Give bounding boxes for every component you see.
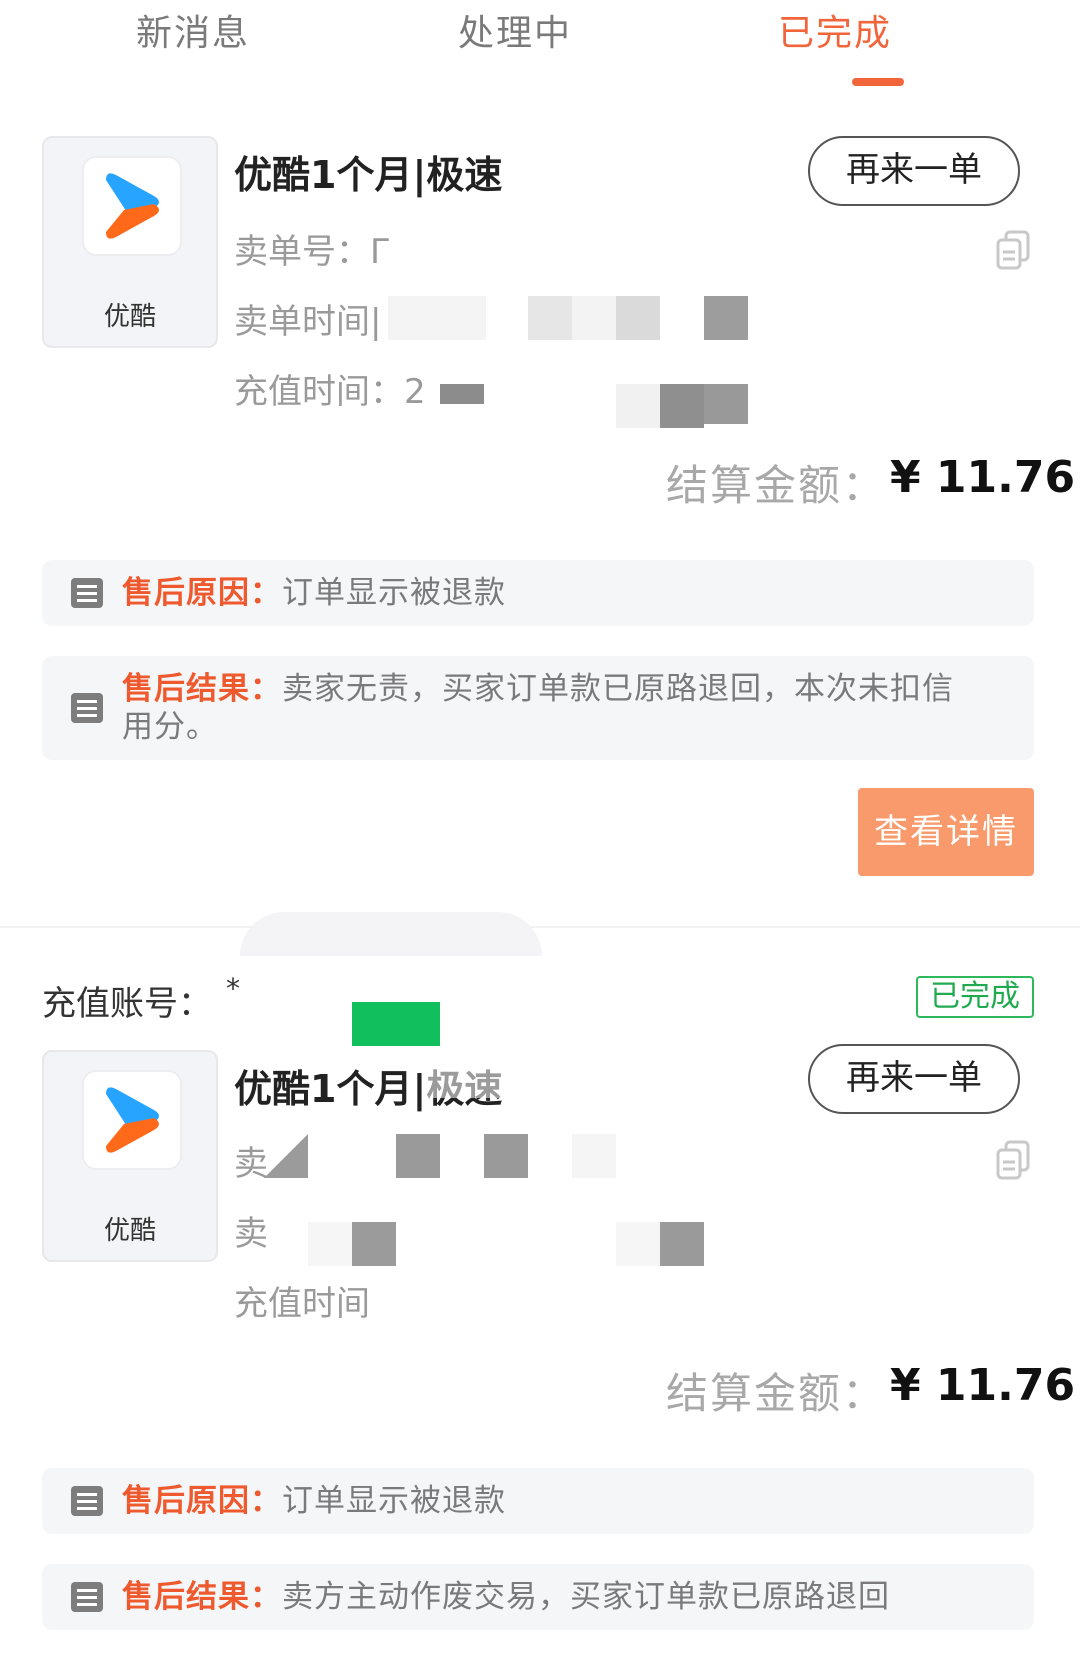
youku-logo (82, 156, 182, 256)
status-badge: 已完成 (916, 976, 1034, 1018)
document-icon (71, 578, 103, 608)
recharge-account-label: 充值账号： (42, 984, 212, 1024)
after-sale-result: 售后结果：卖家无责，买家订单款已原路退回，本次未扣信用分。 (42, 656, 1034, 760)
document-icon (71, 1486, 103, 1516)
active-tab-indicator (852, 78, 904, 86)
settlement-amount-label: 结算金额： (666, 1369, 887, 1418)
product-thumbnail[interactable]: 优酷 (42, 1050, 218, 1262)
product-title: 优酷1个月|极速 (234, 153, 503, 197)
after-sale-result-key: 售后结果： (122, 671, 282, 707)
tab-processing[interactable]: 处理中 (458, 4, 572, 56)
after-sale-result-key: 售后结果： (122, 1579, 282, 1615)
recharge-time: 充值时间：2 (234, 372, 426, 412)
after-sale-reason-key: 售后原因： (122, 575, 282, 611)
tab-new-messages[interactable]: 新消息 (136, 4, 250, 56)
after-sale-reason-text: 订单显示被退款 (282, 1483, 506, 1519)
copy-icon[interactable] (996, 1140, 1032, 1180)
recharge-time: 充值时间 (234, 1284, 370, 1324)
settlement-amount-value: ¥ 11.76 (890, 452, 1076, 503)
tab-completed[interactable]: 已完成 (778, 4, 892, 56)
sell-order-time: 卖单时间| (234, 302, 382, 342)
after-sale-result-text: 卖方主动作废交易，买家订单款已原路退回 (282, 1579, 890, 1615)
view-details-button[interactable]: 查看详情 (858, 788, 1034, 876)
sell-order-time: 卖 (234, 1214, 268, 1254)
after-sale-reason: 售后原因：订单显示被退款 (42, 560, 1034, 626)
settlement-amount-value: ¥ 11.76 (890, 1360, 1076, 1411)
reorder-button[interactable]: 再来一单 (808, 1044, 1020, 1114)
brand-label: 优酷 (103, 1216, 156, 1246)
copy-icon[interactable] (996, 230, 1032, 270)
settlement-amount-label: 结算金额： (666, 461, 887, 510)
card-divider-bump (240, 912, 542, 956)
document-icon (71, 693, 103, 723)
tab-bar: 新消息 处理中 已完成 (0, 0, 1080, 100)
product-thumbnail[interactable]: 优酷 (42, 136, 218, 348)
document-icon (71, 1582, 103, 1612)
reorder-button[interactable]: 再来一单 (808, 136, 1020, 206)
sell-order-number: 卖 (234, 1144, 268, 1184)
sell-order-number: 卖单号：Γ (234, 232, 389, 272)
youku-logo (82, 1070, 182, 1170)
privacy-mosaic-green (352, 1002, 440, 1046)
after-sale-reason: 售后原因：订单显示被退款 (42, 1468, 1034, 1534)
recharge-account-value: * (226, 972, 240, 1005)
brand-label: 优酷 (103, 302, 156, 332)
after-sale-result: 售后结果：卖方主动作废交易，买家订单款已原路退回 (42, 1564, 1034, 1630)
card-divider (0, 926, 1080, 928)
after-sale-reason-text: 订单显示被退款 (282, 575, 506, 611)
after-sale-reason-key: 售后原因： (122, 1483, 282, 1519)
